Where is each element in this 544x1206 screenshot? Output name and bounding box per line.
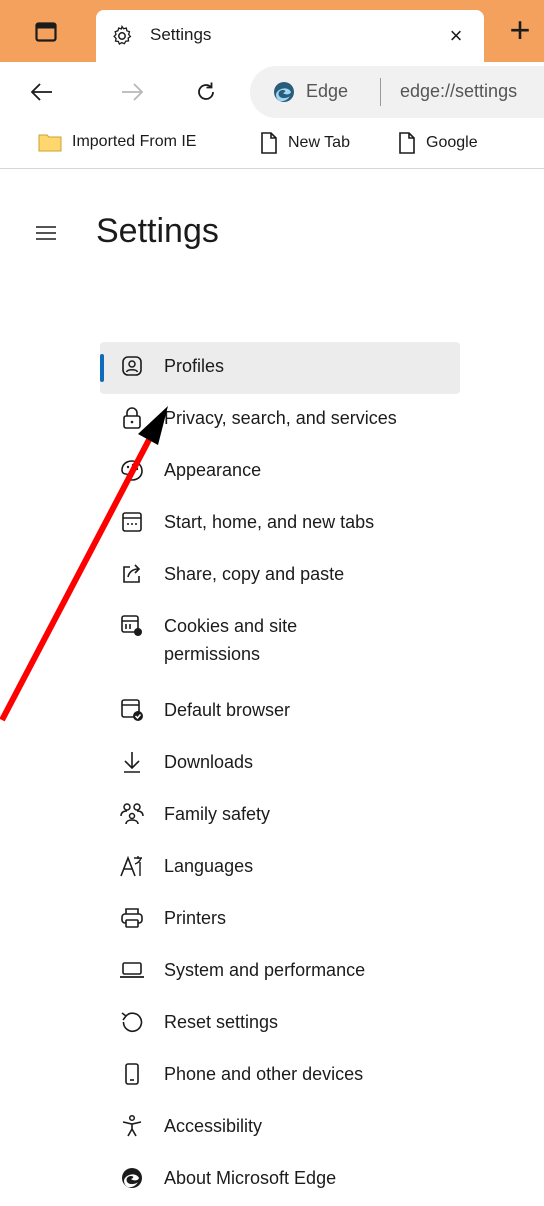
tab-title: Settings	[150, 25, 212, 44]
family-icon	[118, 800, 146, 828]
share-icon	[118, 560, 146, 588]
nav-item-cookies-site-permissions[interactable]: Cookies and site permissions	[100, 602, 460, 686]
nav-item-phone-devices[interactable]: Phone and other devices	[100, 1050, 460, 1102]
favorite-new-tab[interactable]: New Tab	[260, 132, 350, 154]
nav-item-label: System and performance	[164, 960, 366, 980]
favorite-imported-from-ie[interactable]: Imported From IE	[38, 132, 196, 152]
profile-icon	[118, 352, 146, 380]
settings-nav: Profiles Privacy, search, and services A…	[100, 342, 460, 1206]
back-arrow-icon	[30, 83, 52, 101]
nav-item-label: Downloads	[164, 752, 254, 772]
cookies-icon	[118, 612, 146, 640]
language-icon	[118, 852, 146, 880]
menu-hamburger-icon[interactable]	[28, 218, 64, 248]
address-separator	[380, 78, 381, 106]
refresh-icon	[198, 82, 214, 100]
nav-item-label: Reset settings	[164, 1012, 279, 1032]
nav-item-system-performance[interactable]: System and performance	[100, 946, 460, 998]
nav-item-start-home-new-tabs[interactable]: Start, home, and new tabs	[100, 498, 460, 550]
favorite-label: Imported From IE	[72, 133, 197, 150]
nav-item-label: Start, home, and new tabs	[164, 512, 375, 532]
close-tab-button[interactable]: ×	[442, 22, 470, 50]
favorite-google[interactable]: Google	[398, 132, 478, 154]
nav-item-label: Appearance	[164, 460, 262, 480]
folder-icon	[38, 134, 62, 152]
lock-icon	[118, 404, 146, 432]
accessibility-icon	[118, 1112, 146, 1140]
favorites-bar: Imported From IE New Tab Google	[0, 122, 544, 169]
nav-item-downloads[interactable]: Downloads	[100, 738, 460, 790]
page-icon	[399, 132, 415, 154]
navigation-bar: Edge edge://settings	[0, 62, 544, 122]
url-text[interactable]: edge://settings	[400, 81, 544, 102]
reset-icon	[118, 1008, 146, 1036]
phone-icon	[118, 1060, 146, 1088]
nav-item-label: Family safety	[164, 804, 271, 824]
nav-item-privacy[interactable]: Privacy, search, and services	[100, 394, 460, 446]
tab-strip: Settings × +	[0, 0, 544, 62]
site-identity-label: Edge	[306, 81, 349, 101]
favorite-label: Google	[426, 134, 478, 151]
download-icon	[118, 748, 146, 776]
tab-actions-icon	[35, 22, 57, 42]
nav-item-printers[interactable]: Printers	[100, 894, 460, 946]
edge-logo-icon	[118, 1164, 146, 1192]
laptop-icon	[118, 956, 146, 984]
refresh-button[interactable]	[186, 72, 226, 112]
printer-icon	[118, 904, 146, 932]
palette-icon	[118, 456, 146, 484]
nav-item-label: Share, copy and paste	[164, 564, 345, 584]
nav-item-label: Cookies and site permissions	[164, 616, 298, 664]
gear-icon	[113, 24, 132, 46]
nav-item-label: Languages	[164, 856, 254, 876]
tab-actions-button[interactable]	[28, 14, 64, 50]
nav-item-family-safety[interactable]: Family safety	[100, 790, 460, 842]
nav-item-label: About Microsoft Edge	[164, 1168, 337, 1188]
nav-item-label: Phone and other devices	[164, 1064, 364, 1084]
nav-item-label: Accessibility	[164, 1116, 263, 1136]
address-bar[interactable]: Edge edge://settings	[250, 66, 544, 118]
forward-button[interactable]	[112, 72, 152, 112]
nav-item-reset-settings[interactable]: Reset settings	[100, 998, 460, 1050]
nav-item-label: Profiles	[164, 356, 225, 376]
nav-item-label: Privacy, search, and services	[164, 408, 397, 428]
back-button[interactable]	[22, 72, 62, 112]
nav-item-label: Default browser	[164, 700, 291, 720]
page-title: Settings	[96, 212, 219, 250]
default-browser-icon	[118, 696, 146, 724]
edge-logo-icon	[274, 82, 294, 102]
new-tab-button[interactable]: +	[496, 9, 544, 50]
nav-item-accessibility[interactable]: Accessibility	[100, 1102, 460, 1154]
nav-item-share-copy-paste[interactable]: Share, copy and paste	[100, 550, 460, 602]
forward-arrow-icon	[122, 83, 144, 101]
nav-item-label: Printers	[164, 908, 227, 928]
nav-item-appearance[interactable]: Appearance	[100, 446, 460, 498]
favorite-label: New Tab	[288, 134, 350, 151]
nav-item-about-edge[interactable]: About Microsoft Edge	[100, 1154, 460, 1206]
tab-settings[interactable]: Settings ×	[96, 10, 484, 62]
nav-item-default-browser[interactable]: Default browser	[100, 686, 460, 738]
page-icon	[261, 132, 277, 154]
nav-item-languages[interactable]: Languages	[100, 842, 460, 894]
start-tabs-icon	[118, 508, 146, 536]
nav-item-profiles[interactable]: Profiles	[100, 342, 460, 394]
